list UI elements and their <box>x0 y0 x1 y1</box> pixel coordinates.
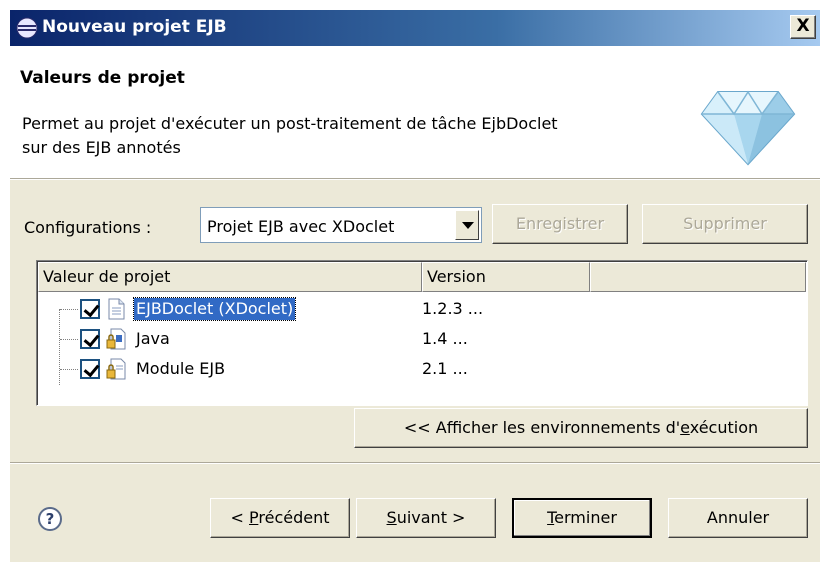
back-mnemonic: P <box>249 508 259 527</box>
description-line-2: sur des EJB annotés <box>22 138 181 157</box>
back-label-suffix: récédent <box>258 508 330 527</box>
banner-separator <box>10 178 820 180</box>
column-header-extra[interactable] <box>590 262 806 292</box>
wizard-banner: Valeurs de projet Permet au projet d'exé… <box>10 46 820 178</box>
delete-button-label: Supprimer <box>683 214 767 233</box>
facet-checkbox[interactable] <box>80 329 100 349</box>
diamond-icon <box>700 90 796 166</box>
show-runtimes-label-suffix: xécution <box>689 418 759 437</box>
back-label-prefix: < <box>230 508 249 527</box>
project-facets-table: Valeur de projet Version EJBDoclet (XDoc… <box>36 260 808 406</box>
configuration-select-value: Projet EJB avec XDoclet <box>207 217 395 236</box>
show-runtimes-mnemonic: e <box>680 418 690 437</box>
show-runtimes-button[interactable]: << Afficher les environnements d'exécuti… <box>354 408 808 448</box>
facet-checkbox[interactable] <box>80 359 100 379</box>
facet-version: 1.4 ... <box>422 329 468 348</box>
cancel-button[interactable]: Annuler <box>668 498 808 538</box>
document-icon <box>108 298 125 320</box>
tree-branch <box>60 369 78 370</box>
chevron-down-icon[interactable] <box>455 210 479 240</box>
eclipse-icon <box>16 17 38 39</box>
facet-version: 1.2.3 ... <box>422 299 484 318</box>
next-mnemonic: S <box>386 508 397 527</box>
tree-branch <box>60 339 78 340</box>
cancel-label: Annuler <box>706 508 770 527</box>
facet-checkbox[interactable] <box>80 299 100 319</box>
save-button-label: Enregistrer <box>515 214 605 233</box>
column-header-version[interactable]: Version <box>422 262 590 292</box>
description-line-1: Permet au projet d'exécuter un post-trai… <box>22 114 558 133</box>
footer-separator <box>10 462 820 464</box>
finish-label-suffix: erminer <box>554 508 617 527</box>
page-description: Permet au projet d'exécuter un post-trai… <box>22 112 702 160</box>
column-header-value[interactable]: Valeur de projet <box>38 262 422 292</box>
facet-name: Module EJB <box>136 359 226 378</box>
facet-name: EJBDoclet (XDoclet) <box>132 297 297 321</box>
finish-button[interactable]: Terminer <box>512 498 652 538</box>
delete-button[interactable]: Supprimer <box>642 204 808 244</box>
module-lock-icon <box>106 358 126 380</box>
facet-version: 2.1 ... <box>422 359 468 378</box>
title-bar[interactable]: Nouveau projet EJB X <box>10 10 820 46</box>
configuration-select[interactable]: Projet EJB avec XDoclet <box>200 207 482 243</box>
tree-branch <box>60 309 78 310</box>
show-runtimes-label-prefix: << Afficher les environnements d' <box>403 418 681 437</box>
java-lock-icon <box>106 328 126 350</box>
next-label-suffix: uivant > <box>396 508 466 527</box>
configurations-label: Configurations : <box>24 218 152 237</box>
table-row[interactable]: EJBDoclet (XDoclet) 1.2.3 ... <box>38 294 806 324</box>
save-button[interactable]: Enregistrer <box>492 204 628 244</box>
next-button[interactable]: Suivant > <box>356 498 496 538</box>
facet-name: Java <box>136 329 170 348</box>
help-icon[interactable]: ? <box>38 507 62 531</box>
table-row[interactable]: Module EJB 2.1 ... <box>38 354 806 384</box>
back-button[interactable]: < Précédent <box>210 498 350 538</box>
table-row[interactable]: Java 1.4 ... <box>38 324 806 354</box>
page-title: Valeurs de projet <box>20 68 185 88</box>
window-title: Nouveau projet EJB <box>42 17 227 37</box>
close-button[interactable]: X <box>790 15 816 39</box>
dialog-window: Nouveau projet EJB X Valeurs de projet P… <box>10 10 820 562</box>
